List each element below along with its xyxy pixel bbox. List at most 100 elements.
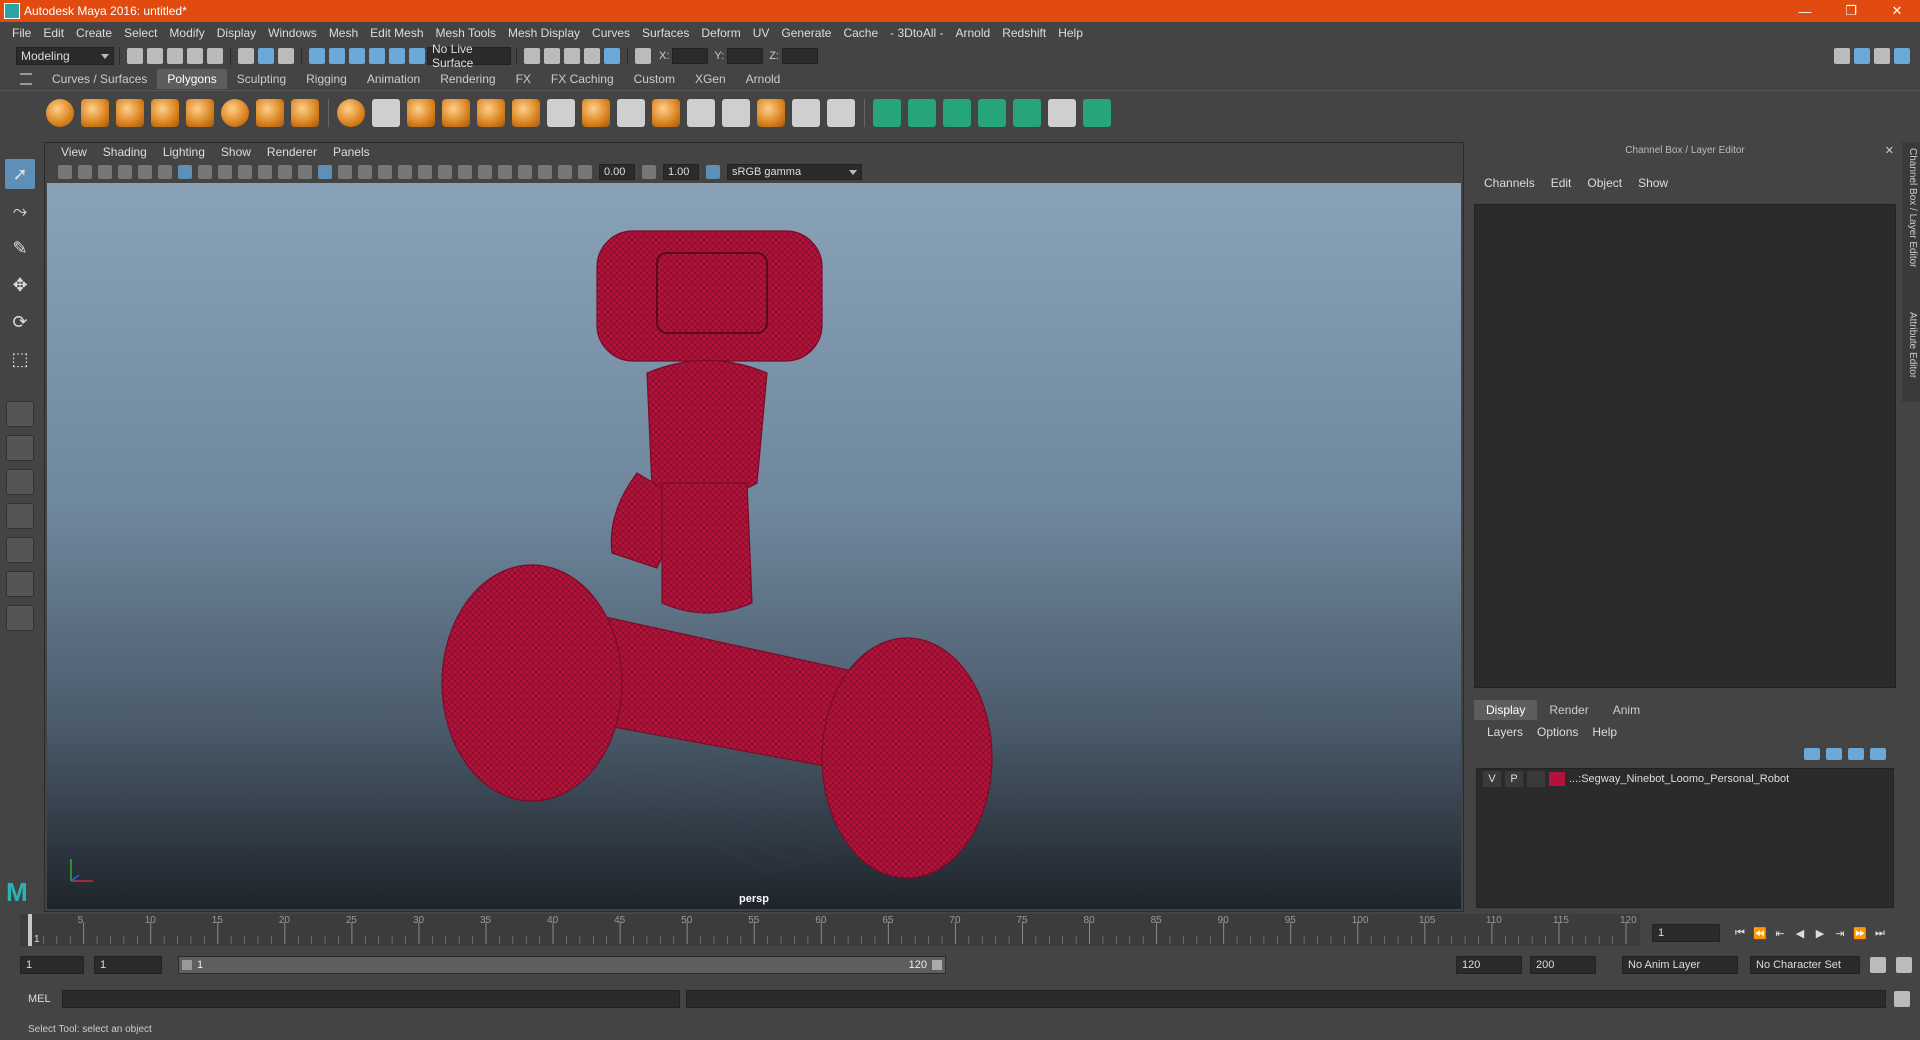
- ambient-occlusion-icon[interactable]: [438, 165, 452, 179]
- xray-icon[interactable]: [518, 165, 532, 179]
- shelf-tab-animation[interactable]: Animation: [357, 69, 430, 89]
- poly-pipe-icon[interactable]: [291, 98, 319, 127]
- uv-editor-icon[interactable]: [827, 98, 855, 127]
- exposure-field[interactable]: 0.00: [599, 164, 635, 180]
- side-tab-attribute-editor[interactable]: Attribute Editor: [1904, 312, 1918, 378]
- new-empty-layer-icon[interactable]: [1848, 748, 1864, 760]
- smooth-shading-icon[interactable]: [338, 165, 352, 179]
- playback-end-field[interactable]: 120: [1456, 956, 1522, 974]
- go-to-end-icon[interactable]: ⏭: [1870, 927, 1890, 940]
- script-editor-icon[interactable]: [1894, 991, 1910, 1007]
- extract-icon[interactable]: [407, 98, 435, 127]
- panel-menu-show[interactable]: Show: [213, 145, 259, 159]
- shelf-tab-xgen[interactable]: XGen: [685, 69, 736, 89]
- append-polygon-icon[interactable]: [652, 98, 680, 127]
- color-management-icon[interactable]: [706, 165, 720, 179]
- modeling-toolkit-icon[interactable]: [1834, 48, 1850, 64]
- menu-mesh-display[interactable]: Mesh Display: [502, 26, 586, 40]
- snap-point-icon[interactable]: [349, 48, 365, 64]
- channel-menu-object[interactable]: Object: [1579, 176, 1630, 190]
- snap-curve-icon[interactable]: [329, 48, 345, 64]
- time-slider[interactable]: 5 10 15 20 25 30 35 40 45 50 55 60 65 70 75 80 85 90 95 100…: [20, 914, 1640, 946]
- motion-blur-icon[interactable]: [458, 165, 472, 179]
- layer-name[interactable]: ...:Segway_Ninebot_Loomo_Personal_Robot: [1569, 773, 1789, 785]
- move-layer-down-icon[interactable]: [1826, 748, 1842, 760]
- step-forward-key-icon[interactable]: ⇥: [1830, 927, 1850, 940]
- render-frame-icon[interactable]: [544, 48, 560, 64]
- xray-joints-icon[interactable]: [538, 165, 552, 179]
- single-view-layout-icon[interactable]: [6, 401, 34, 427]
- snap-view-plane-icon[interactable]: [369, 48, 385, 64]
- safe-title-icon[interactable]: [298, 165, 312, 179]
- menu-redshift[interactable]: Redshift: [996, 26, 1052, 40]
- scale-tool-icon[interactable]: ⬚: [5, 344, 35, 374]
- paint-select-tool-icon[interactable]: ✎: [5, 233, 35, 263]
- step-back-key-icon[interactable]: ⇤: [1770, 927, 1790, 940]
- move-tool-icon[interactable]: ✥: [5, 270, 35, 300]
- menu-set-dropdown[interactable]: Modeling: [16, 47, 114, 65]
- shelf-tab-curves-surfaces[interactable]: Curves / Surfaces: [42, 69, 157, 89]
- select-tool-icon[interactable]: ➚: [5, 159, 35, 189]
- select-component-icon[interactable]: [278, 48, 294, 64]
- poly-cylinder-icon[interactable]: [116, 98, 144, 127]
- anti-aliasing-icon[interactable]: [478, 165, 492, 179]
- 2d-pan-zoom-icon[interactable]: [138, 165, 152, 179]
- shelf-tab-fx-caching[interactable]: FX Caching: [541, 69, 624, 89]
- current-time-marker[interactable]: [28, 914, 32, 946]
- anim-layer-dropdown[interactable]: No Anim Layer: [1622, 956, 1738, 974]
- channel-menu-channels[interactable]: Channels: [1476, 176, 1543, 190]
- menu-help[interactable]: Help: [1052, 26, 1089, 40]
- layer-display-type-toggle[interactable]: [1527, 771, 1545, 787]
- panel-menu-shading[interactable]: Shading: [95, 145, 155, 159]
- textured-icon[interactable]: [378, 165, 392, 179]
- channel-box-toggle-icon[interactable]: [1894, 48, 1910, 64]
- hypershade-layout-icon[interactable]: [6, 571, 34, 597]
- attribute-editor-toggle-icon[interactable]: [1854, 48, 1870, 64]
- select-hierarchy-icon[interactable]: [238, 48, 254, 64]
- layer-color-swatch[interactable]: [1549, 772, 1565, 786]
- insert-edge-loop-icon[interactable]: [722, 98, 750, 127]
- gamma-icon[interactable]: [642, 165, 656, 179]
- planar-mapping-icon[interactable]: [873, 98, 901, 127]
- menu-3dtoall[interactable]: - 3DtoAll -: [884, 26, 949, 40]
- transform-mode-icon[interactable]: [635, 48, 651, 64]
- multi-cut-icon[interactable]: [547, 98, 575, 127]
- shelf-tab-arnold[interactable]: Arnold: [736, 69, 791, 89]
- menu-arnold[interactable]: Arnold: [950, 26, 997, 40]
- menu-uv[interactable]: UV: [747, 26, 776, 40]
- menu-deform[interactable]: Deform: [695, 26, 746, 40]
- range-start-handle[interactable]: [182, 960, 192, 970]
- range-slider[interactable]: 1 120: [178, 956, 946, 974]
- checker-map-icon[interactable]: [1048, 98, 1076, 127]
- spherical-mapping-icon[interactable]: [943, 98, 971, 127]
- wireframe-shading-icon[interactable]: [318, 165, 332, 179]
- tab-render[interactable]: Render: [1537, 700, 1600, 720]
- layer-menu-help[interactable]: Help: [1585, 725, 1624, 739]
- shelf-tab-fx[interactable]: FX: [506, 69, 541, 89]
- merge-icon[interactable]: [757, 98, 785, 127]
- resolution-gate-icon[interactable]: [218, 165, 232, 179]
- layer-row[interactable]: V P ...:Segway_Ninebot_Loomo_Personal_Ro…: [1477, 769, 1893, 789]
- exposure-icon[interactable]: [578, 165, 592, 179]
- live-surface-field[interactable]: No Live Surface: [427, 42, 511, 70]
- minimize-button[interactable]: —: [1782, 0, 1828, 22]
- menu-edit-mesh[interactable]: Edit Mesh: [364, 26, 429, 40]
- character-set-dropdown[interactable]: No Character Set: [1750, 956, 1860, 974]
- snap-live-icon[interactable]: [389, 48, 405, 64]
- menu-mesh[interactable]: Mesh: [323, 26, 364, 40]
- perspective-viewport[interactable]: persp: [47, 183, 1461, 909]
- menu-curves[interactable]: Curves: [586, 26, 636, 40]
- play-forwards-icon[interactable]: ▶: [1810, 927, 1830, 940]
- step-back-frame-icon[interactable]: ⏪: [1750, 927, 1770, 940]
- open-scene-icon[interactable]: [147, 48, 163, 64]
- hypershade-icon[interactable]: [604, 48, 620, 64]
- poly-sphere-icon[interactable]: [46, 98, 74, 127]
- target-weld-icon[interactable]: [792, 98, 820, 127]
- z-field[interactable]: [781, 48, 818, 64]
- robot-wireframe-model[interactable]: [47, 183, 1461, 909]
- menu-modify[interactable]: Modify: [163, 26, 210, 40]
- channel-menu-show[interactable]: Show: [1630, 176, 1676, 190]
- move-layer-up-icon[interactable]: [1804, 748, 1820, 760]
- play-backwards-icon[interactable]: ◀: [1790, 927, 1810, 940]
- side-tab-channel-box[interactable]: Channel Box / Layer Editor: [1904, 148, 1918, 268]
